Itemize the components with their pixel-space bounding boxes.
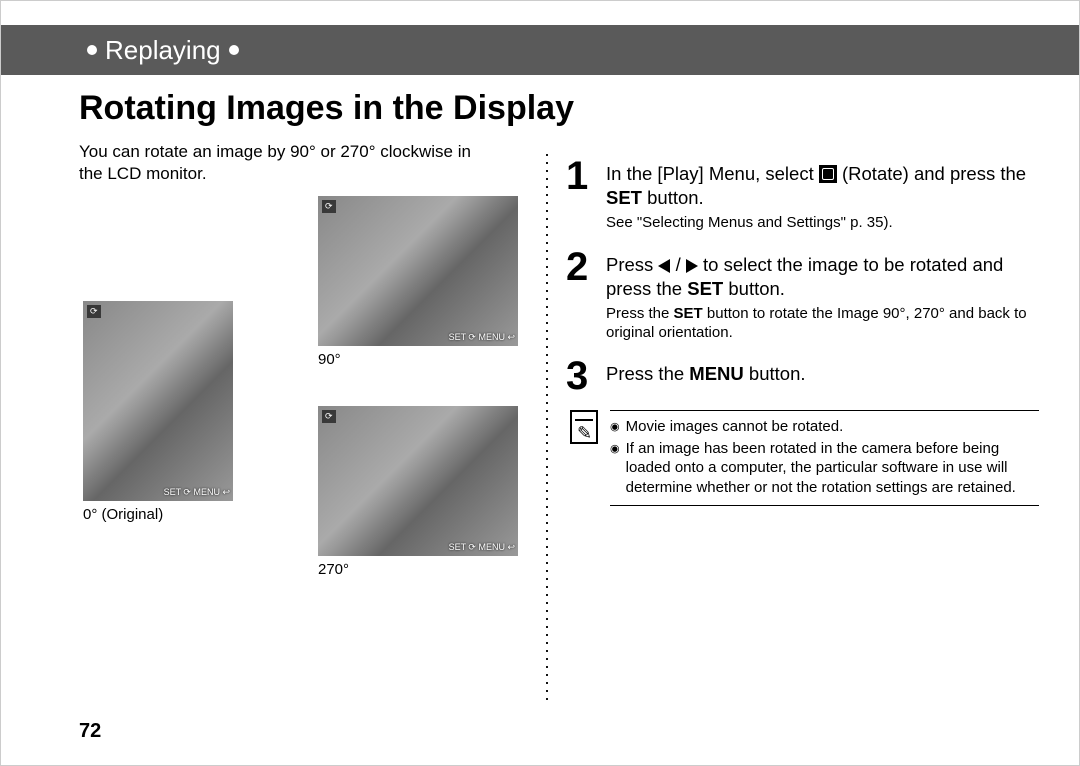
step-text: button. xyxy=(642,187,704,208)
step-text: Press the xyxy=(606,363,689,384)
step-number: 1 xyxy=(566,156,606,233)
step-text: / xyxy=(670,254,685,275)
screen-overlay-text: SET ⟳ MENU ↩ xyxy=(449,542,515,553)
thumbnail-0deg: ⟳ SET ⟳ MENU ↩ xyxy=(83,301,233,501)
step-body: In the [Play] Menu, select (Rotate) and … xyxy=(606,156,1039,233)
rotate-badge-icon: ⟳ xyxy=(322,410,336,423)
screen-overlay-text: SET ⟳ MENU ↩ xyxy=(449,332,515,343)
note-list: Movie images cannot be rotated. If an im… xyxy=(610,410,1039,506)
page-number: 72 xyxy=(79,720,101,743)
step-text: (Rotate) and press the xyxy=(837,163,1026,184)
caption-270deg: 270° xyxy=(318,561,349,578)
screen-overlay-text: SET ⟳ MENU ↩ xyxy=(164,487,230,498)
rotate-icon xyxy=(819,165,837,183)
thumbnail-270deg: ⟳ SET ⟳ MENU ↩ xyxy=(318,406,518,556)
note-text: Movie images cannot be rotated. xyxy=(626,417,844,437)
button-name: SET xyxy=(687,278,723,299)
step-2: 2 Press / to select the image to be rota… xyxy=(566,247,1039,343)
manual-page: Replaying Rotating Images in the Display… xyxy=(0,0,1080,766)
section-label: Replaying xyxy=(105,35,221,66)
note-box: Movie images cannot be rotated. If an im… xyxy=(566,410,1039,506)
left-arrow-icon xyxy=(658,259,670,273)
note-icon xyxy=(570,410,598,444)
bullet-icon xyxy=(229,45,239,55)
step-text: button. xyxy=(744,363,806,384)
button-name: MENU xyxy=(689,363,743,384)
bullet-icon xyxy=(87,45,97,55)
section-header: Replaying xyxy=(1,25,1079,75)
step-text: button. xyxy=(723,278,785,299)
rotate-badge-icon: ⟳ xyxy=(322,200,336,213)
step-subtext: Press the SET button to rotate the Image… xyxy=(606,305,1039,343)
step-number: 2 xyxy=(566,247,606,343)
right-arrow-icon xyxy=(686,259,698,273)
steps-column: 1 In the [Play] Menu, select (Rotate) an… xyxy=(566,156,1039,506)
sub-text: Press the xyxy=(606,305,674,322)
caption-90deg: 90° xyxy=(318,351,341,368)
step-text: In the [Play] Menu, select xyxy=(606,163,819,184)
thumbnail-90deg: ⟳ SET ⟳ MENU ↩ xyxy=(318,196,518,346)
step-text: Press xyxy=(606,254,658,275)
step-3: 3 Press the MENU button. xyxy=(566,356,1039,396)
rotate-badge-icon: ⟳ xyxy=(87,305,101,318)
note-item: Movie images cannot be rotated. xyxy=(610,417,1039,437)
button-name: SET xyxy=(674,305,703,322)
step-subtext: See "Selecting Menus and Settings" p. 35… xyxy=(606,214,1039,233)
note-text: If an image has been rotated in the came… xyxy=(626,439,1039,498)
vertical-divider xyxy=(546,151,548,705)
button-name: SET xyxy=(606,187,642,208)
step-body: Press the MENU button. xyxy=(606,356,806,396)
step-1: 1 In the [Play] Menu, select (Rotate) an… xyxy=(566,156,1039,233)
intro-text: You can rotate an image by 90° or 270° c… xyxy=(79,141,499,185)
step-number: 3 xyxy=(566,356,606,396)
step-body: Press / to select the image to be rotate… xyxy=(606,247,1039,343)
page-title: Rotating Images in the Display xyxy=(79,89,574,128)
caption-0deg: 0° (Original) xyxy=(83,506,163,523)
note-item: If an image has been rotated in the came… xyxy=(610,439,1039,498)
